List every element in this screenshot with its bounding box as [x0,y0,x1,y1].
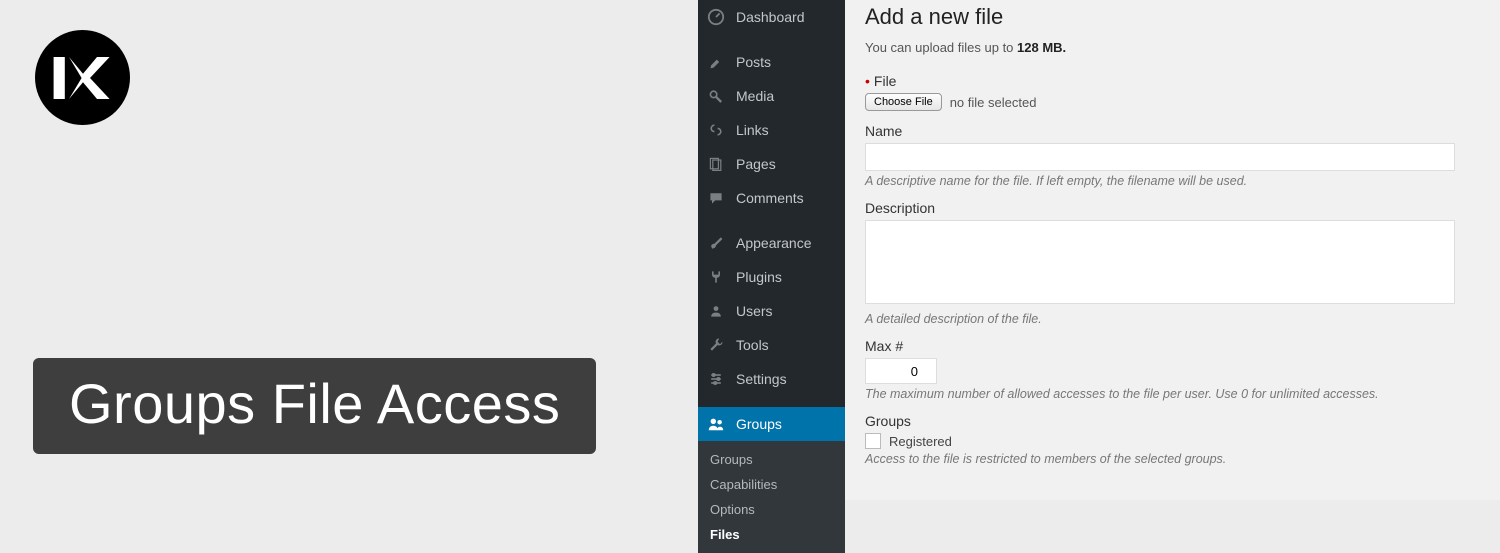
name-help: A descriptive name for the file. If left… [865,174,1480,188]
sidebar-item-users[interactable]: Users [698,294,845,328]
sidebar-item-label: Settings [736,371,787,387]
sidebar-item-label: Pages [736,156,776,172]
max-help: The maximum number of allowed accesses t… [865,387,1480,401]
upload-note-prefix: You can upload files up to [865,40,1017,55]
file-label: •File [865,73,1480,89]
wp-admin-panel: Dashboard Posts Media Links Pages [698,0,1500,500]
link-icon [706,120,726,140]
sidebar-item-label: Appearance [736,235,812,251]
sidebar-item-label: Dashboard [736,9,805,25]
page-heading: Add a new file [865,4,1480,30]
wrench-icon [706,335,726,355]
sidebar-item-tools[interactable]: Tools [698,328,845,362]
admin-content: Add a new file You can upload files up t… [845,0,1500,500]
submenu-item-files[interactable]: Files [698,522,845,547]
name-label: Name [865,123,1480,139]
sliders-icon [706,369,726,389]
brush-icon [706,233,726,253]
choose-file-button[interactable]: Choose File [865,93,942,111]
sidebar-item-label: Tools [736,337,769,353]
groups-icon [706,414,726,434]
sidebar-item-dashboard[interactable]: Dashboard [698,0,845,34]
upload-limit-note: You can upload files up to 128 MB. [865,40,1480,55]
sidebar-item-label: Plugins [736,269,782,285]
description-textarea[interactable] [865,220,1455,304]
groups-submenu: Groups Capabilities Options Files [698,441,845,553]
max-label: Max # [865,338,1480,354]
groups-field: Groups Registered Access to the file is … [865,413,1480,466]
admin-sidebar: Dashboard Posts Media Links Pages [698,0,845,500]
max-field: Max # The maximum number of allowed acce… [865,338,1480,401]
media-icon [706,86,726,106]
description-label: Description [865,200,1480,216]
submenu-item-options[interactable]: Options [698,497,845,522]
name-field: Name A descriptive name for the file. If… [865,123,1480,188]
promo-title: Groups File Access [33,358,596,454]
comment-icon [706,188,726,208]
groups-help: Access to the file is restricted to memb… [865,452,1480,466]
sidebar-item-posts[interactable]: Posts [698,45,845,79]
plug-icon [706,267,726,287]
sidebar-item-comments[interactable]: Comments [698,181,845,215]
registered-checkbox-label: Registered [889,434,952,449]
sidebar-item-label: Media [736,88,774,104]
upload-limit-value: 128 MB. [1017,40,1066,55]
registered-checkbox[interactable] [865,433,881,449]
description-field: Description A detailed description of th… [865,200,1480,326]
sidebar-item-label: Users [736,303,773,319]
no-file-selected-text: no file selected [950,95,1037,110]
sidebar-item-label: Posts [736,54,771,70]
sidebar-item-groups[interactable]: Groups [698,407,845,441]
description-help: A detailed description of the file. [865,312,1480,326]
brand-logo [35,30,130,125]
sidebar-item-media[interactable]: Media [698,79,845,113]
name-input[interactable] [865,143,1455,171]
dashboard-icon [706,7,726,27]
sidebar-item-links[interactable]: Links [698,113,845,147]
pages-icon [706,154,726,174]
groups-label: Groups [865,413,1480,429]
users-icon [706,301,726,321]
sidebar-item-pages[interactable]: Pages [698,147,845,181]
sidebar-item-settings[interactable]: Settings [698,362,845,396]
sidebar-item-plugins[interactable]: Plugins [698,260,845,294]
ix-logo-icon [48,43,118,113]
submenu-item-groups[interactable]: Groups [698,447,845,472]
file-label-text: File [874,73,897,89]
sidebar-item-label: Links [736,122,769,138]
submenu-item-capabilities[interactable]: Capabilities [698,472,845,497]
pin-icon [706,52,726,72]
file-field: •File Choose File no file selected [865,73,1480,111]
sidebar-item-label: Groups [736,416,782,432]
required-indicator: • [865,73,870,89]
max-input[interactable] [865,358,937,384]
sidebar-item-appearance[interactable]: Appearance [698,226,845,260]
sidebar-item-label: Comments [736,190,804,206]
